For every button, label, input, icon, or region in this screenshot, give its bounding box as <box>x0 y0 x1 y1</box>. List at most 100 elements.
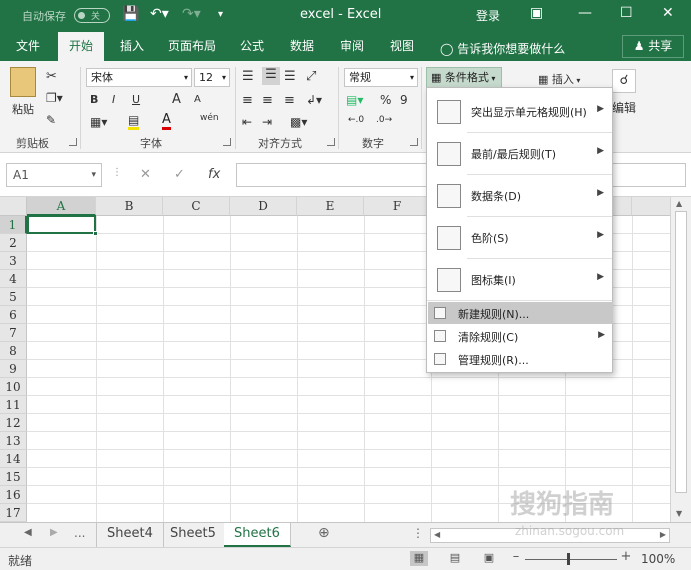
orientation-icon[interactable]: ⤢ <box>306 69 316 84</box>
row-header[interactable]: 11 <box>0 396 27 414</box>
sheet-next-icon[interactable]: ▶ <box>50 527 58 538</box>
sheet-tab[interactable]: Sheet5 <box>160 523 227 547</box>
name-box[interactable]: A1 ▾ <box>6 163 102 187</box>
menu-item-top-bottom-rules[interactable]: 最前/最后规则(T) ▶ <box>427 134 612 174</box>
font-launcher-icon[interactable] <box>223 138 231 146</box>
increase-decimal-icon[interactable]: ←.0 <box>348 115 364 125</box>
fill-color-icon[interactable]: ▤ <box>128 113 140 130</box>
save-icon[interactable]: 💾 <box>122 6 139 22</box>
italic-button[interactable]: I <box>112 93 115 106</box>
editing-button[interactable]: 编辑 <box>612 99 636 116</box>
menu-item-icon-sets[interactable]: 图标集(I) ▶ <box>427 260 612 300</box>
shrink-font-button[interactable]: A <box>194 94 201 105</box>
number-format-select[interactable]: 常规 ▾ <box>344 68 418 87</box>
column-header[interactable]: B <box>96 197 163 216</box>
row-header[interactable]: 16 <box>0 486 27 504</box>
decrease-decimal-icon[interactable]: .0→ <box>376 115 392 125</box>
zoom-level[interactable]: 100% <box>641 552 675 566</box>
align-launcher-icon[interactable] <box>327 138 335 146</box>
row-header[interactable]: 14 <box>0 450 27 468</box>
row-header[interactable]: 8 <box>0 342 27 360</box>
cut-icon[interactable]: ✂ <box>46 69 57 84</box>
column-header[interactable] <box>632 197 670 216</box>
menu-item-clear-rules[interactable]: 清除规则(C) ▶ <box>428 325 613 347</box>
vertical-scrollbar[interactable]: ▲ ▼ <box>670 197 691 522</box>
tab-data[interactable]: 数据 <box>282 32 322 61</box>
currency-icon[interactable]: ▤▾ <box>346 93 363 107</box>
autosave-toggle[interactable]: 关 <box>74 8 110 23</box>
column-header[interactable]: A <box>27 197 96 216</box>
merge-center-icon[interactable]: ▩▾ <box>290 115 307 129</box>
tab-insert[interactable]: 插入 <box>112 32 152 61</box>
scroll-up-icon[interactable]: ▲ <box>676 199 682 208</box>
customize-qat-icon[interactable]: ▾ <box>218 9 223 20</box>
align-middle-icon[interactable]: ☰ <box>262 67 280 85</box>
share-button[interactable]: ♟ 共享 <box>622 35 684 58</box>
row-header[interactable]: 4 <box>0 270 27 288</box>
cancel-icon[interactable]: ✕ <box>140 167 151 182</box>
zoom-out-icon[interactable]: – <box>507 549 525 564</box>
align-bottom-icon[interactable]: ☰ <box>284 69 296 84</box>
scroll-left-icon[interactable]: ◀ <box>434 530 440 539</box>
row-header[interactable]: 15 <box>0 468 27 486</box>
format-painter-icon[interactable]: ✎ <box>46 113 56 127</box>
border-icon[interactable]: ▦▾ <box>90 115 107 129</box>
scroll-down-icon[interactable]: ▼ <box>676 509 682 518</box>
normal-view-icon[interactable]: ▦ <box>410 551 428 566</box>
paste-button[interactable]: 粘贴 <box>12 101 34 117</box>
comma-button[interactable]: 9 <box>400 93 408 107</box>
sheet-tab-active[interactable]: Sheet6 <box>224 523 291 547</box>
page-layout-view-icon[interactable]: ▤ <box>446 551 464 566</box>
row-header[interactable]: 13 <box>0 432 27 450</box>
decrease-indent-icon[interactable]: ⇤ <box>242 115 252 129</box>
row-header[interactable]: 7 <box>0 324 27 342</box>
scroll-thumb[interactable] <box>675 211 687 493</box>
redo-icon[interactable]: ↷▾ <box>182 6 201 22</box>
page-break-view-icon[interactable]: ▣ <box>480 551 498 566</box>
row-header[interactable]: 12 <box>0 414 27 432</box>
align-top-icon[interactable]: ☰ <box>242 69 254 84</box>
grow-font-button[interactable]: A <box>172 92 181 107</box>
font-color-icon[interactable]: A <box>162 112 171 130</box>
tab-home[interactable]: 开始 <box>58 32 104 61</box>
column-header[interactable]: E <box>297 197 364 216</box>
tab-file[interactable]: 文件 <box>8 32 48 61</box>
row-header[interactable]: 10 <box>0 378 27 396</box>
column-header[interactable]: F <box>364 197 431 216</box>
sheet-tab[interactable]: Sheet4 <box>96 523 164 547</box>
maximize-icon[interactable]: ☐ <box>620 5 633 21</box>
menu-item-color-scales[interactable]: 色阶(S) ▶ <box>427 218 612 258</box>
row-header[interactable]: 17 <box>0 504 27 522</box>
copy-icon[interactable]: ❐▾ <box>46 91 63 105</box>
zoom-slider[interactable] <box>525 559 617 560</box>
column-header[interactable]: C <box>163 197 230 216</box>
insert-cells-button[interactable]: ▦ 插入 ▾ <box>538 71 580 87</box>
tab-review[interactable]: 审阅 <box>332 32 372 61</box>
fill-handle[interactable] <box>93 231 98 236</box>
align-left-icon[interactable]: ≡ <box>242 93 253 108</box>
tab-view[interactable]: 视图 <box>382 32 422 61</box>
tab-page-layout[interactable]: 页面布局 <box>162 32 222 61</box>
align-center-icon[interactable]: ≡ <box>262 93 273 108</box>
ribbon-display-icon[interactable]: ▣ <box>530 5 543 21</box>
minimize-icon[interactable]: — <box>578 5 592 21</box>
conditional-format-button[interactable]: ▦ 条件格式 ▾ <box>426 67 502 89</box>
number-launcher-icon[interactable] <box>410 138 418 146</box>
zoom-in-icon[interactable]: + <box>617 549 635 564</box>
row-header[interactable]: 1 <box>0 216 27 234</box>
paste-icon[interactable] <box>10 67 36 97</box>
zoom-slider-knob[interactable] <box>567 553 570 565</box>
menu-item-manage-rules[interactable]: 管理规则(R)... <box>428 348 613 370</box>
font-size-select[interactable]: 12 ▾ <box>194 68 230 87</box>
font-name-select[interactable]: 宋体 ▾ <box>86 68 192 87</box>
scroll-right-icon[interactable]: ▶ <box>660 530 666 539</box>
sheet-ellipsis[interactable]: ... <box>74 526 85 540</box>
increase-indent-icon[interactable]: ⇥ <box>262 115 272 129</box>
row-header[interactable]: 3 <box>0 252 27 270</box>
sheet-prev-icon[interactable]: ◀ <box>24 527 32 538</box>
row-header[interactable]: 5 <box>0 288 27 306</box>
insert-function-button[interactable]: fx <box>208 167 220 182</box>
menu-item-new-rule[interactable]: 新建规则(N)... <box>428 302 613 324</box>
close-icon[interactable]: ✕ <box>662 5 674 21</box>
row-header[interactable]: 6 <box>0 306 27 324</box>
